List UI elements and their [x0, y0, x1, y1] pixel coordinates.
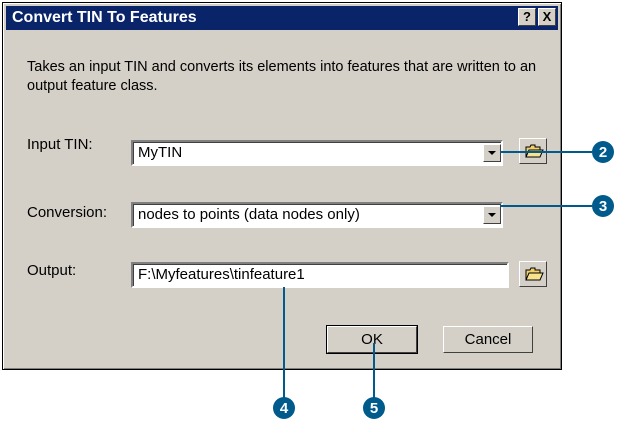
callout-number-4: 4: [280, 400, 289, 417]
callout-layer: 2 3 4 5: [273, 141, 614, 419]
callout-number-2: 2: [599, 144, 607, 161]
callout-number-5: 5: [370, 400, 378, 417]
callout-number-3: 3: [599, 198, 607, 215]
